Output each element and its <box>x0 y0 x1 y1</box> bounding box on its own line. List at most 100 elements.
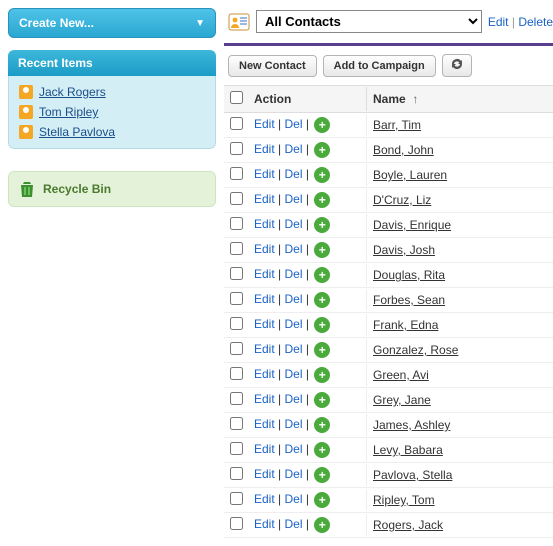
delete-link[interactable]: Del <box>284 317 302 331</box>
delete-link[interactable]: Del <box>284 442 302 456</box>
contact-name-link[interactable]: D'Cruz, Liz <box>373 193 431 207</box>
edit-link[interactable]: Edit <box>254 517 275 531</box>
contact-name-link[interactable]: Davis, Josh <box>373 243 435 257</box>
row-checkbox[interactable] <box>230 392 243 405</box>
contact-name-link[interactable]: Rogers, Jack <box>373 518 443 532</box>
recycle-bin-icon <box>19 180 35 198</box>
contact-name-link[interactable]: Bond, John <box>373 143 434 157</box>
edit-link[interactable]: Edit <box>254 242 275 256</box>
delete-link[interactable]: Del <box>284 367 302 381</box>
delete-link[interactable]: Del <box>284 392 302 406</box>
add-icon[interactable]: + <box>314 417 330 433</box>
delete-link[interactable]: Del <box>284 217 302 231</box>
edit-link[interactable]: Edit <box>254 417 275 431</box>
edit-link[interactable]: Edit <box>254 442 275 456</box>
contact-name-link[interactable]: Douglas, Rita <box>373 268 445 282</box>
edit-link[interactable]: Edit <box>254 167 275 181</box>
edit-view-link[interactable]: Edit <box>488 15 509 29</box>
delete-link[interactable]: Del <box>284 117 302 131</box>
edit-link[interactable]: Edit <box>254 467 275 481</box>
row-checkbox[interactable] <box>230 367 243 380</box>
row-checkbox[interactable] <box>230 517 243 530</box>
select-all-checkbox[interactable] <box>230 91 243 104</box>
row-checkbox[interactable] <box>230 167 243 180</box>
contact-name-link[interactable]: Levy, Babara <box>373 443 443 457</box>
add-icon[interactable]: + <box>314 217 330 233</box>
edit-link[interactable]: Edit <box>254 267 275 281</box>
contact-name-link[interactable]: Davis, Enrique <box>373 218 451 232</box>
delete-link[interactable]: Del <box>284 242 302 256</box>
col-name[interactable]: Name ↑ <box>366 87 553 111</box>
delete-link[interactable]: Del <box>284 417 302 431</box>
delete-link[interactable]: Del <box>284 192 302 206</box>
contact-name-link[interactable]: Frank, Edna <box>373 318 438 332</box>
add-icon[interactable]: + <box>314 267 330 283</box>
edit-link[interactable]: Edit <box>254 142 275 156</box>
delete-link[interactable]: Del <box>284 167 302 181</box>
edit-link[interactable]: Edit <box>254 192 275 206</box>
row-checkbox[interactable] <box>230 467 243 480</box>
edit-link[interactable]: Edit <box>254 317 275 331</box>
delete-link[interactable]: Del <box>284 142 302 156</box>
add-to-campaign-button[interactable]: Add to Campaign <box>323 55 436 77</box>
add-icon[interactable]: + <box>314 117 330 133</box>
recent-item-link[interactable]: Tom Ripley <box>39 105 98 119</box>
delete-link[interactable]: Del <box>284 492 302 506</box>
add-icon[interactable]: + <box>314 442 330 458</box>
create-new-button[interactable]: Create New... ▼ <box>8 8 216 38</box>
edit-link[interactable]: Edit <box>254 117 275 131</box>
row-checkbox[interactable] <box>230 142 243 155</box>
add-icon[interactable]: + <box>314 367 330 383</box>
row-actions: Edit | Del | + <box>248 288 366 312</box>
edit-link[interactable]: Edit <box>254 292 275 306</box>
delete-link[interactable]: Del <box>284 292 302 306</box>
view-select[interactable]: All Contacts <box>256 10 482 33</box>
edit-link[interactable]: Edit <box>254 367 275 381</box>
contact-name-link[interactable]: Ripley, Tom <box>373 493 435 507</box>
add-icon[interactable]: + <box>314 492 330 508</box>
recent-item-link[interactable]: Jack Rogers <box>39 85 106 99</box>
add-icon[interactable]: + <box>314 467 330 483</box>
add-icon[interactable]: + <box>314 392 330 408</box>
delete-view-link[interactable]: Delete <box>518 15 553 29</box>
row-checkbox[interactable] <box>230 242 243 255</box>
row-checkbox[interactable] <box>230 417 243 430</box>
contact-name-link[interactable]: Boyle, Lauren <box>373 168 447 182</box>
row-checkbox[interactable] <box>230 342 243 355</box>
row-checkbox[interactable] <box>230 292 243 305</box>
new-contact-button[interactable]: New Contact <box>228 55 317 77</box>
row-checkbox[interactable] <box>230 442 243 455</box>
row-checkbox[interactable] <box>230 217 243 230</box>
contact-name-link[interactable]: Green, Avi <box>373 368 429 382</box>
edit-link[interactable]: Edit <box>254 492 275 506</box>
edit-link[interactable]: Edit <box>254 342 275 356</box>
refresh-button[interactable] <box>442 54 472 77</box>
add-icon[interactable]: + <box>314 342 330 358</box>
add-icon[interactable]: + <box>314 317 330 333</box>
delete-link[interactable]: Del <box>284 467 302 481</box>
contact-name-link[interactable]: Grey, Jane <box>373 393 431 407</box>
add-icon[interactable]: + <box>314 517 330 533</box>
contact-name-link[interactable]: James, Ashley <box>373 418 450 432</box>
delete-link[interactable]: Del <box>284 517 302 531</box>
add-icon[interactable]: + <box>314 142 330 158</box>
row-checkbox[interactable] <box>230 192 243 205</box>
row-checkbox[interactable] <box>230 317 243 330</box>
contact-name-link[interactable]: Barr, Tim <box>373 118 421 132</box>
recent-item-link[interactable]: Stella Pavlova <box>39 125 115 139</box>
add-icon[interactable]: + <box>314 192 330 208</box>
row-checkbox[interactable] <box>230 267 243 280</box>
delete-link[interactable]: Del <box>284 267 302 281</box>
recycle-bin[interactable]: Recycle Bin <box>8 171 216 207</box>
contact-name-link[interactable]: Gonzalez, Rose <box>373 343 458 357</box>
add-icon[interactable]: + <box>314 292 330 308</box>
add-icon[interactable]: + <box>314 167 330 183</box>
contact-name-link[interactable]: Pavlova, Stella <box>373 468 452 482</box>
contact-name-link[interactable]: Forbes, Sean <box>373 293 445 307</box>
add-icon[interactable]: + <box>314 242 330 258</box>
edit-link[interactable]: Edit <box>254 392 275 406</box>
row-checkbox[interactable] <box>230 117 243 130</box>
row-checkbox[interactable] <box>230 492 243 505</box>
delete-link[interactable]: Del <box>284 342 302 356</box>
edit-link[interactable]: Edit <box>254 217 275 231</box>
